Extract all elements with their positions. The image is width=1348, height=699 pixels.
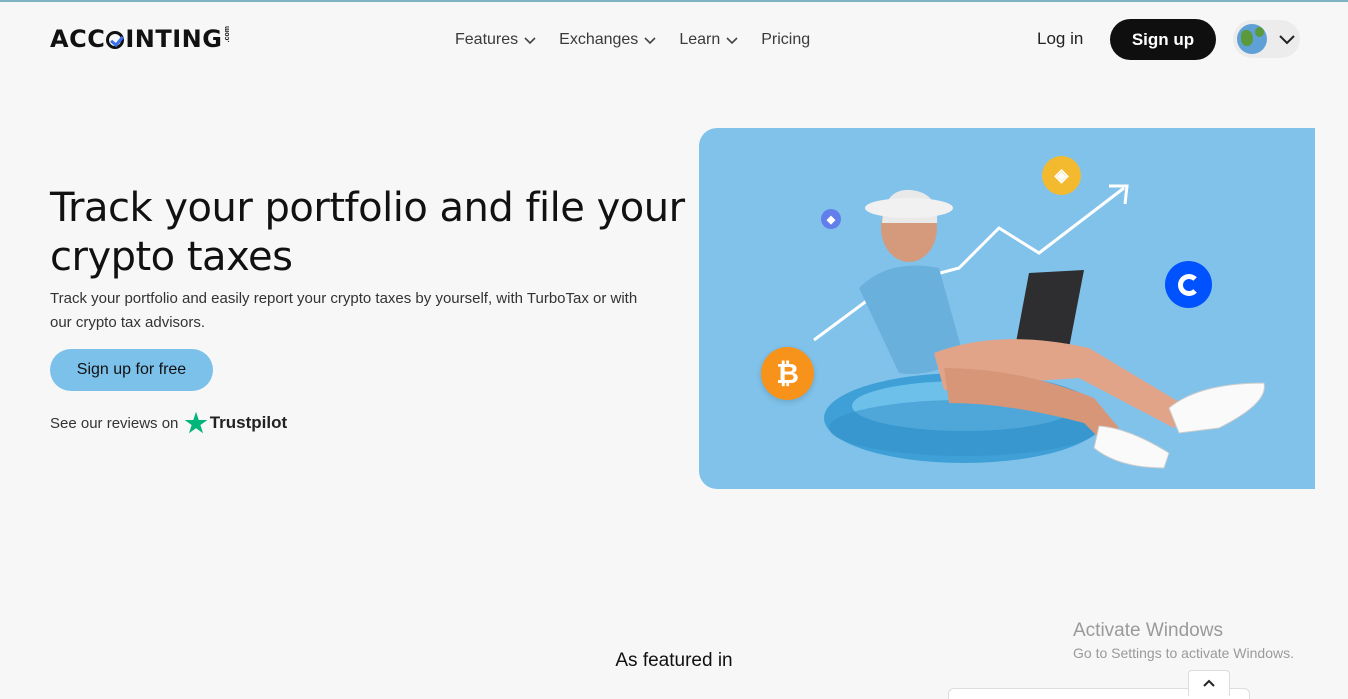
logo-text: ACC INTING (50, 25, 223, 53)
hero-illustration: ₿ ◈ ◆ (699, 128, 1315, 489)
nav-item-features[interactable]: Features (455, 28, 537, 52)
signup-free-button[interactable]: Sign up for free (50, 349, 213, 391)
trustpilot-label: Trustpilot (209, 413, 288, 432)
coinbase-icon (1165, 261, 1212, 308)
trustpilot-star-icon: ★ (184, 408, 208, 438)
nav-item-label: Exchanges (559, 31, 639, 48)
logo-check-icon (106, 31, 125, 49)
trustpilot-link[interactable]: ★ Trustpilot (184, 408, 288, 438)
windows-watermark: Activate Windows Go to Settings to activ… (1073, 620, 1294, 661)
chevron-down-icon (644, 37, 656, 45)
watermark-line2: Go to Settings to activate Windows. (1073, 645, 1294, 661)
chevron-up-icon (1203, 679, 1215, 687)
reviews-text: See our reviews on (50, 414, 179, 432)
nav-item-label: Learn (679, 31, 721, 48)
reviews-line: See our reviews on ★ Trustpilot (50, 408, 288, 438)
globe-icon (1237, 24, 1267, 54)
main-nav: Features Exchanges Learn Pricing (455, 28, 810, 52)
chevron-down-icon (1279, 35, 1295, 45)
top-border (0, 0, 1348, 2)
scroll-top-button[interactable] (1188, 670, 1230, 696)
login-link[interactable]: Log in (1037, 29, 1083, 49)
nav-item-label: Features (455, 31, 519, 48)
hero-subtitle: Track your portfolio and easily report y… (50, 290, 638, 331)
ethereum-icon: ◆ (821, 209, 841, 229)
person-with-laptop-illustration (813, 184, 1265, 469)
signup-button[interactable]: Sign up (1110, 19, 1216, 60)
nav-item-label: Pricing (761, 31, 811, 48)
nav-item-pricing[interactable]: Pricing (761, 28, 810, 52)
nav-item-exchanges[interactable]: Exchanges (559, 28, 657, 52)
watermark-line1: Activate Windows (1073, 620, 1223, 641)
chevron-down-icon (524, 37, 536, 45)
nav-item-learn[interactable]: Learn (679, 28, 739, 52)
accointing-logo[interactable]: ACC INTING .com (50, 26, 232, 52)
language-selector[interactable] (1233, 20, 1300, 58)
binance-icon: ◈ (1042, 156, 1081, 195)
logo-com: .com (224, 26, 232, 43)
chevron-down-icon (726, 37, 738, 45)
hero-title: Track your portfolio and file your crypt… (50, 185, 685, 280)
bitcoin-icon: ₿ (761, 347, 814, 400)
coinbase-c-glyph (1177, 273, 1200, 296)
